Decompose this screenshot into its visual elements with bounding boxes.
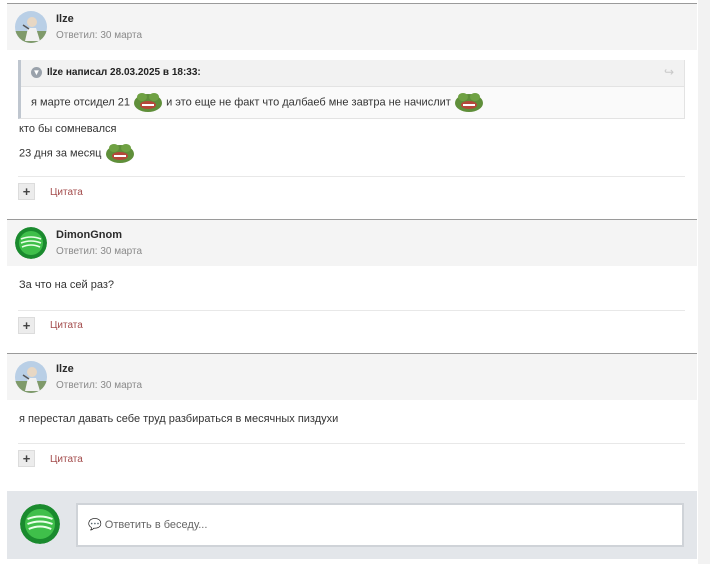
- divider: [18, 443, 685, 444]
- post-date: Ответил: 30 марта: [56, 246, 143, 257]
- author-name[interactable]: DimonGnom: [56, 229, 122, 241]
- avatar[interactable]: [15, 227, 47, 259]
- divider: [18, 310, 685, 311]
- author-name[interactable]: Ilze: [56, 13, 74, 25]
- post-header: Ilze Ответил: 30 марта: [7, 353, 697, 400]
- current-user-avatar[interactable]: [20, 504, 60, 544]
- post: DimonGnom Ответил: 30 марта За что на се…: [7, 219, 697, 343]
- post-text: кто бы сомневался: [19, 123, 117, 135]
- post-text: За что на сей раз?: [19, 279, 114, 291]
- reply-input[interactable]: 💬 Ответить в беседу...: [76, 503, 684, 547]
- quote-header: ▼ Ilze написал 28.03.2025 в 18:33: ↪: [21, 60, 684, 87]
- pepe-emoji-icon: [105, 141, 135, 166]
- post-header: Ilze Ответил: 30 марта: [7, 3, 697, 50]
- reply-placeholder: Ответить в беседу...: [104, 519, 208, 531]
- pepe-emoji-icon: [454, 90, 484, 115]
- quote-button[interactable]: Цитата: [50, 320, 83, 331]
- quote-text-part: и это еще не факт что далбаеб мне завтра…: [166, 96, 451, 109]
- quote-button[interactable]: Цитата: [50, 187, 83, 198]
- divider: [18, 176, 685, 177]
- add-reaction-button[interactable]: +: [18, 450, 35, 467]
- avatar[interactable]: [15, 11, 47, 43]
- quote-text-part: я марте отсидел 21: [31, 96, 130, 109]
- pepe-emoji-icon: [133, 90, 163, 115]
- post-date: Ответил: 30 марта: [56, 380, 143, 391]
- avatar[interactable]: [15, 361, 47, 393]
- speech-bubble-icon: 💬: [88, 519, 102, 531]
- page-scrollbar-track[interactable]: [698, 0, 710, 564]
- post: Ilze Ответил: 30 марта ▼ Ilze написал 28…: [7, 3, 697, 210]
- quote-text: я марте отсидел 21 и это еще не факт что…: [31, 90, 484, 115]
- share-arrow-icon[interactable]: ↪: [664, 65, 674, 79]
- chevron-down-icon[interactable]: ▼: [31, 67, 42, 78]
- author-name[interactable]: Ilze: [56, 363, 74, 375]
- post-date: Ответил: 30 марта: [56, 30, 143, 41]
- quote-button[interactable]: Цитата: [50, 454, 83, 465]
- post-text: 23 дня за месяц: [19, 147, 102, 160]
- post-text: я перестал давать себе труд разбираться …: [19, 413, 339, 425]
- quote-block: ▼ Ilze написал 28.03.2025 в 18:33: ↪ я м…: [18, 60, 685, 119]
- post-text-line: 23 дня за месяц: [19, 141, 135, 166]
- reply-area: 💬 Ответить в беседу...: [7, 491, 697, 559]
- post: Ilze Ответил: 30 марта я перестал давать…: [7, 353, 697, 477]
- quote-citation: Ilze написал 28.03.2025 в 18:33:: [47, 67, 201, 78]
- add-reaction-button[interactable]: +: [18, 317, 35, 334]
- add-reaction-button[interactable]: +: [18, 183, 35, 200]
- post-header: DimonGnom Ответил: 30 марта: [7, 219, 697, 266]
